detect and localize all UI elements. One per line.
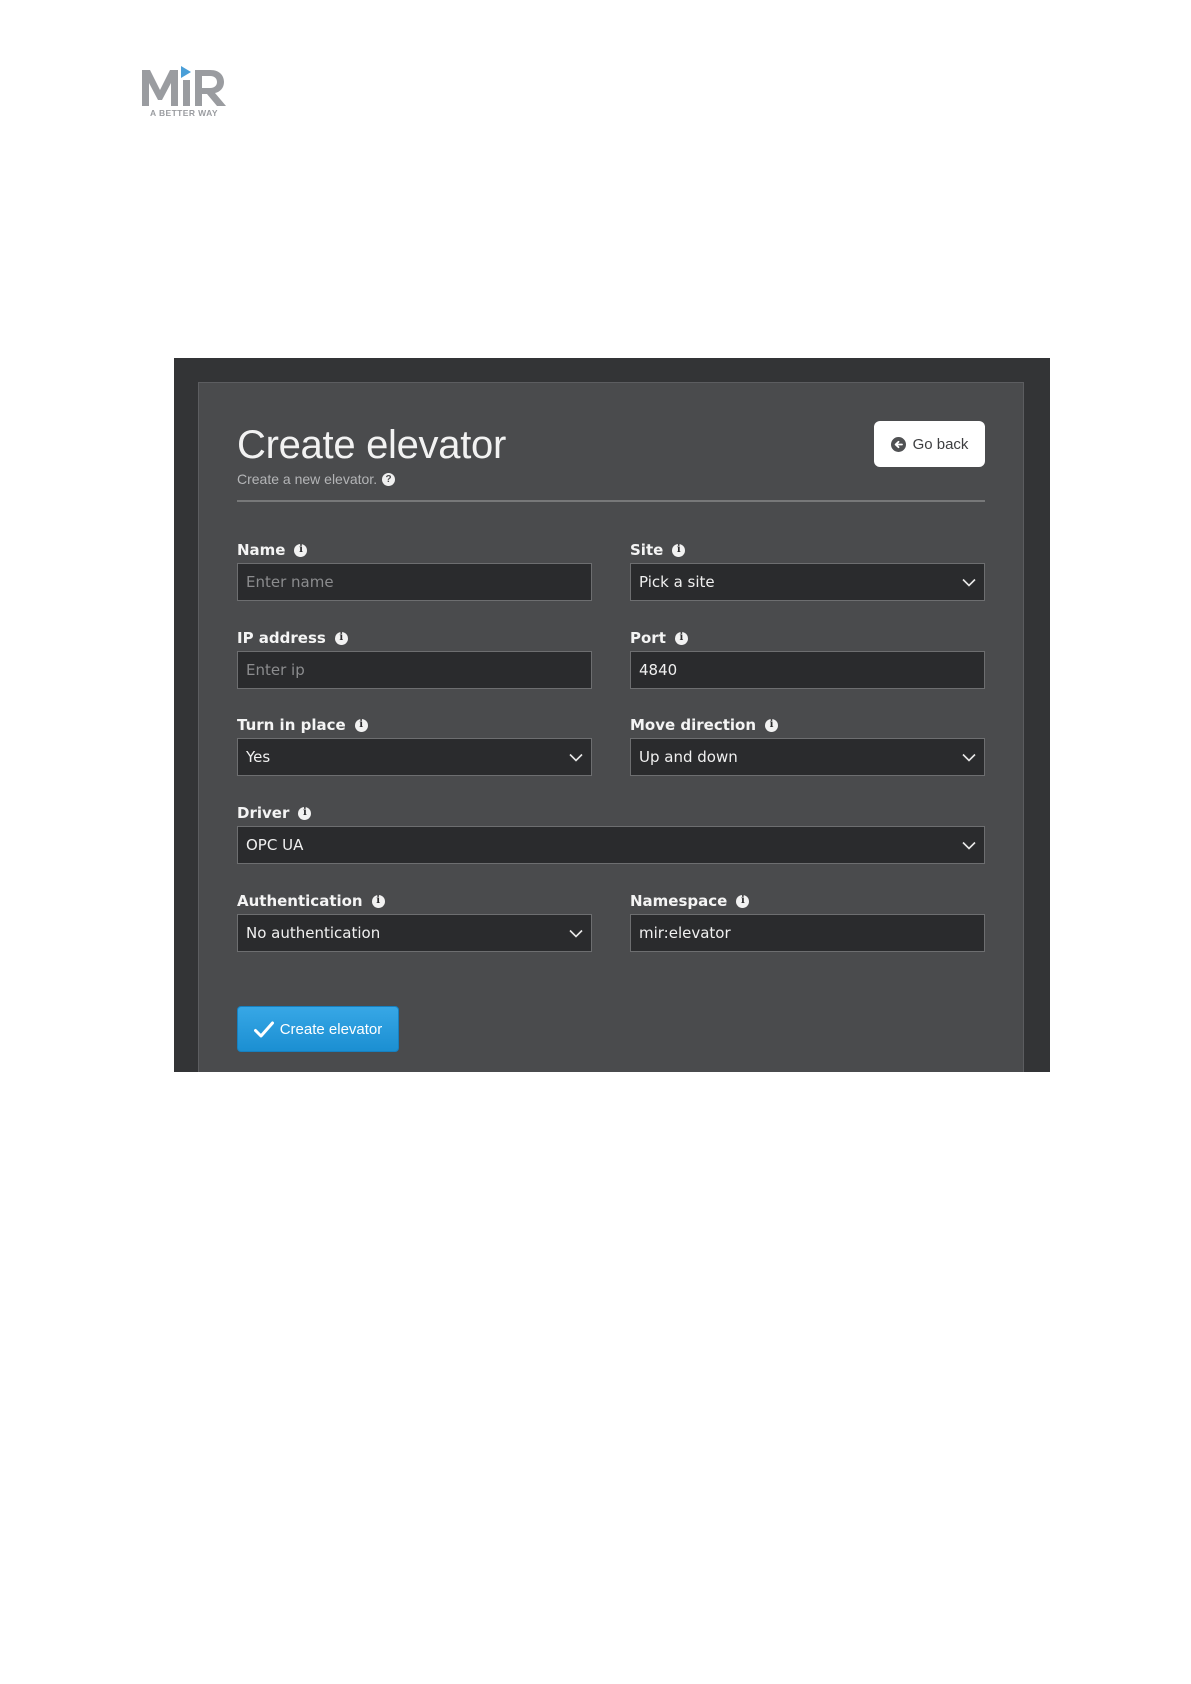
authentication-value: No authentication [246, 924, 381, 942]
create-elevator-panel: Create elevator Create a new elevator. ?… [198, 382, 1024, 1072]
go-back-label: Go back [912, 435, 969, 453]
move-direction-value: Up and down [639, 748, 738, 766]
page-title: Create elevator [237, 423, 506, 467]
namespace-label-text: Namespace [630, 892, 728, 910]
driver-select[interactable]: OPC UA [237, 826, 985, 864]
move-direction-label-text: Move direction [630, 716, 757, 734]
info-icon[interactable]: i [294, 543, 308, 557]
page-subtitle: Create a new elevator. ? [237, 471, 396, 487]
port-label: Port i [630, 629, 688, 647]
name-label: Name i [237, 541, 308, 559]
site-label: Site i [630, 541, 686, 559]
ip-address-input[interactable]: Enter ip [237, 651, 592, 689]
move-direction-label: Move direction i [630, 716, 779, 734]
checkmark-icon [253, 1021, 274, 1037]
logo-tagline: A BETTER WAY [150, 108, 218, 118]
authentication-select[interactable]: No authentication [237, 914, 592, 952]
driver-value: OPC UA [246, 836, 304, 854]
chevron-down-icon [569, 753, 583, 762]
namespace-input[interactable]: mir:elevator [630, 914, 985, 952]
authentication-label: Authentication i [237, 892, 385, 910]
create-elevator-screenshot: Create elevator Create a new elevator. ?… [174, 358, 1050, 1072]
site-select[interactable]: Pick a site [630, 563, 985, 601]
info-icon[interactable]: i [672, 543, 686, 557]
site-select-value: Pick a site [639, 573, 715, 591]
turn-in-place-label-text: Turn in place [237, 716, 346, 734]
title-divider [237, 500, 985, 502]
move-direction-select[interactable]: Up and down [630, 738, 985, 776]
turn-in-place-select[interactable]: Yes [237, 738, 592, 776]
info-icon[interactable]: i [371, 894, 385, 908]
go-back-button[interactable]: Go back [874, 421, 985, 467]
mir-logo-mark [142, 66, 226, 106]
turn-in-place-value: Yes [246, 748, 271, 766]
info-icon[interactable]: i [298, 806, 312, 820]
chevron-down-icon [962, 753, 976, 762]
port-input[interactable]: 4840 [630, 651, 985, 689]
site-label-text: Site [630, 541, 664, 559]
info-icon[interactable]: i [354, 718, 368, 732]
namespace-label: Namespace i [630, 892, 750, 910]
info-icon[interactable]: i [334, 631, 348, 645]
ip-address-label: IP address i [237, 629, 348, 647]
driver-label-text: Driver [237, 804, 290, 822]
info-icon[interactable]: i [736, 894, 750, 908]
name-input[interactable]: Enter name [237, 563, 592, 601]
mir-logo: A BETTER WAY [140, 64, 232, 122]
create-elevator-label: Create elevator [279, 1020, 383, 1038]
name-label-text: Name [237, 541, 286, 559]
info-icon[interactable]: i [674, 631, 688, 645]
chevron-down-icon [962, 841, 976, 850]
turn-in-place-label: Turn in place i [237, 716, 368, 734]
chevron-down-icon [569, 929, 583, 938]
question-circle-icon[interactable]: ? [382, 472, 396, 486]
ip-address-label-text: IP address [237, 629, 326, 647]
authentication-label-text: Authentication [237, 892, 363, 910]
arrow-left-circle-icon [890, 436, 906, 452]
page-subtitle-text: Create a new elevator. [237, 471, 378, 487]
create-elevator-button[interactable]: Create elevator [237, 1006, 399, 1052]
chevron-down-icon [962, 578, 976, 587]
driver-label: Driver i [237, 804, 312, 822]
port-label-text: Port [630, 629, 666, 647]
info-icon[interactable]: i [765, 718, 779, 732]
